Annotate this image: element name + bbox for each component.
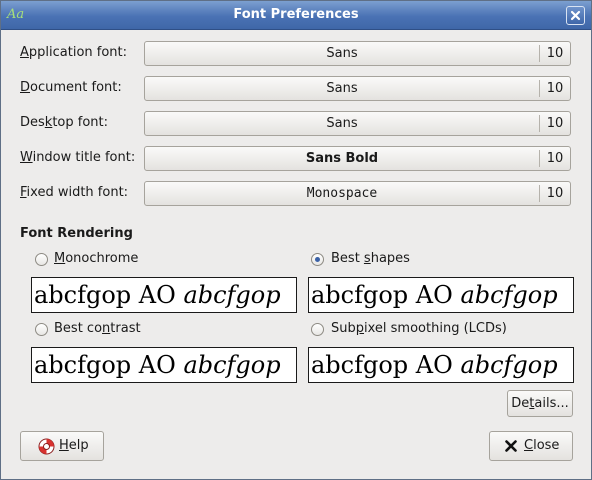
sample-text: abcfgop AO abcfgop <box>311 351 558 379</box>
help-button[interactable]: Help <box>20 431 104 461</box>
window-title-font-name: Sans Bold <box>305 151 379 166</box>
desktop-font-label: Desktop font: <box>20 115 108 130</box>
subpixel-smoothing-sample[interactable]: abcfgop AO abcfgop <box>308 347 574 383</box>
document-font-label: Document font: <box>20 80 122 95</box>
subpixel-smoothing-radio[interactable] <box>311 323 324 336</box>
fixed-width-font-button[interactable]: Monospace 10 <box>144 181 571 206</box>
application-font-button[interactable]: Sans 10 <box>144 41 571 66</box>
window-title-font-button[interactable]: Sans Bold 10 <box>144 146 571 171</box>
best-contrast-label[interactable]: Best contrast <box>54 321 141 337</box>
best-contrast-sample[interactable]: abcfgop AO abcfgop <box>31 347 297 383</box>
monochrome-radio[interactable] <box>35 253 48 266</box>
desktop-font-size: 10 <box>546 116 564 131</box>
window-title-font-size: 10 <box>546 151 564 166</box>
fixed-width-font-size: 10 <box>546 186 564 201</box>
document-font-size: 10 <box>546 81 564 96</box>
desktop-font-name: Sans <box>326 116 358 131</box>
sample-text: abcfgop AO abcfgop <box>34 281 281 309</box>
best-contrast-radio[interactable] <box>35 323 48 336</box>
best-shapes-label[interactable]: Best shapes <box>331 251 410 267</box>
window-title: Font Preferences <box>233 7 359 22</box>
details-button[interactable]: Details... <box>507 390 573 417</box>
best-shapes-sample[interactable]: abcfgop AO abcfgop <box>308 277 574 313</box>
monochrome-sample[interactable]: abcfgop AO abcfgop <box>31 277 297 313</box>
window-title-font-label: Window title font: <box>20 150 136 165</box>
application-font-label: Application font: <box>20 45 128 60</box>
monochrome-label[interactable]: Monochrome <box>54 251 138 267</box>
close-button[interactable]: Close <box>489 431 573 461</box>
font-preferences-window: Aa Font Preferences Application font: Sa… <box>0 0 592 480</box>
subpixel-smoothing-label[interactable]: Subpixel smoothing (LCDs) <box>331 321 507 337</box>
close-button-label: Close <box>524 438 560 453</box>
window-close-button[interactable] <box>566 6 585 25</box>
close-x-icon <box>505 440 517 452</box>
help-lifebuoy-icon <box>38 438 55 455</box>
font-rendering-heading: Font Rendering <box>20 226 133 241</box>
close-icon <box>570 10 581 21</box>
fixed-width-font-name: Monospace <box>306 186 378 201</box>
sample-text: abcfgop AO abcfgop <box>34 351 281 379</box>
document-font-name: Sans <box>326 81 358 96</box>
help-button-label: Help <box>59 438 89 453</box>
details-button-label: Details... <box>511 396 569 411</box>
document-font-button[interactable]: Sans 10 <box>144 76 571 101</box>
title-bar[interactable]: Aa Font Preferences <box>1 1 591 30</box>
radio-selected-dot <box>315 257 320 262</box>
application-font-size: 10 <box>546 46 564 61</box>
sample-text: abcfgop AO abcfgop <box>311 281 558 309</box>
desktop-font-button[interactable]: Sans 10 <box>144 111 571 136</box>
best-shapes-radio[interactable] <box>311 253 324 266</box>
fixed-width-font-label: Fixed width font: <box>20 185 129 200</box>
application-font-name: Sans <box>326 46 358 61</box>
